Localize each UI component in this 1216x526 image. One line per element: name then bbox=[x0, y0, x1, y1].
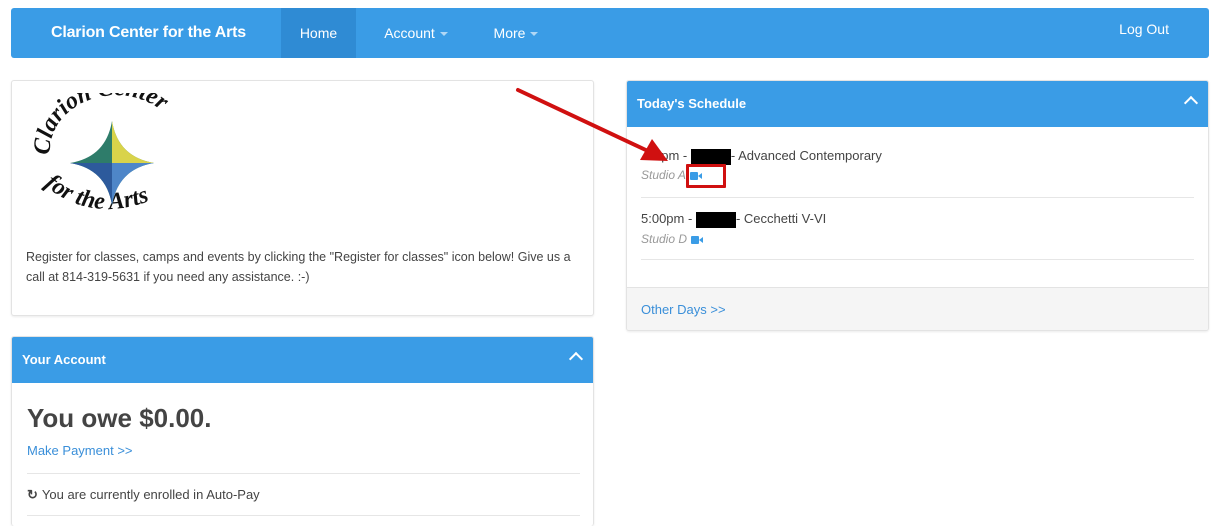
clarion-logo: Clarion Center for the Arts bbox=[32, 93, 174, 215]
schedule-panel-header[interactable]: Today's Schedule bbox=[627, 81, 1208, 127]
nav-home[interactable]: Home bbox=[281, 8, 356, 58]
nav-more-dropdown[interactable]: More bbox=[476, 8, 556, 58]
nav-account-label: Account bbox=[384, 25, 435, 41]
autopay-text: You are currently enrolled in Auto-Pay bbox=[41, 487, 260, 502]
divider bbox=[27, 515, 580, 516]
video-camera-icon[interactable] bbox=[691, 235, 704, 244]
refresh-icon: ↻ bbox=[27, 487, 38, 502]
svg-text:for the Arts: for the Arts bbox=[40, 169, 151, 215]
caret-down-icon bbox=[530, 32, 539, 37]
balance-text: You owe $0.00. bbox=[27, 403, 212, 433]
account-panel-title: Your Account bbox=[22, 352, 106, 367]
schedule-footer: Other Days >> bbox=[627, 287, 1208, 330]
chevron-up-icon[interactable] bbox=[1183, 95, 1199, 111]
intro-panel: Clarion Center for the Arts Register for… bbox=[11, 80, 594, 316]
schedule-item[interactable]: …0pm - - Advanced Contemporary bbox=[641, 148, 882, 165]
top-navbar: Clarion Center for the Arts Home Account… bbox=[11, 8, 1209, 58]
nav-account-dropdown[interactable]: Account bbox=[366, 8, 466, 58]
autopay-status: ↻ You are currently enrolled in Auto-Pay bbox=[27, 487, 260, 503]
annotation-highlight-box bbox=[686, 164, 726, 188]
other-days-link[interactable]: Other Days >> bbox=[641, 302, 726, 317]
account-panel-header[interactable]: Your Account bbox=[12, 337, 593, 383]
divider bbox=[27, 473, 580, 474]
brand-link[interactable]: Clarion Center for the Arts bbox=[51, 8, 246, 58]
schedule-panel: Today's Schedule …0pm - - Advanced Conte… bbox=[626, 80, 1209, 331]
class-time: 5:00pm - bbox=[641, 211, 693, 226]
class-name: - Cecchetti V-VI bbox=[735, 211, 827, 226]
studio-name: Studio D bbox=[641, 232, 688, 246]
nav-more-label: More bbox=[493, 25, 526, 41]
divider bbox=[641, 259, 1194, 260]
chevron-up-icon[interactable] bbox=[568, 351, 584, 367]
class-time: …0pm - bbox=[641, 148, 688, 163]
divider bbox=[641, 197, 1194, 198]
schedule-panel-title: Today's Schedule bbox=[637, 96, 747, 111]
schedule-item[interactable]: 5:00pm - - Cecchetti V-VI bbox=[641, 211, 826, 228]
nav-home-label: Home bbox=[299, 25, 338, 41]
caret-down-icon bbox=[439, 32, 448, 37]
studio-name: Studio A bbox=[641, 168, 686, 182]
make-payment-link[interactable]: Make Payment >> bbox=[27, 443, 133, 458]
redacted-instructor bbox=[690, 148, 731, 165]
class-name: - Advanced Contemporary bbox=[730, 148, 882, 163]
class-studio: Studio D bbox=[641, 232, 704, 246]
account-panel: Your Account You owe $0.00. Make Payment… bbox=[11, 336, 594, 526]
intro-text: Register for classes, camps and events b… bbox=[26, 250, 571, 284]
logout-link[interactable]: Log Out bbox=[1119, 8, 1169, 50]
redacted-instructor bbox=[695, 211, 736, 228]
